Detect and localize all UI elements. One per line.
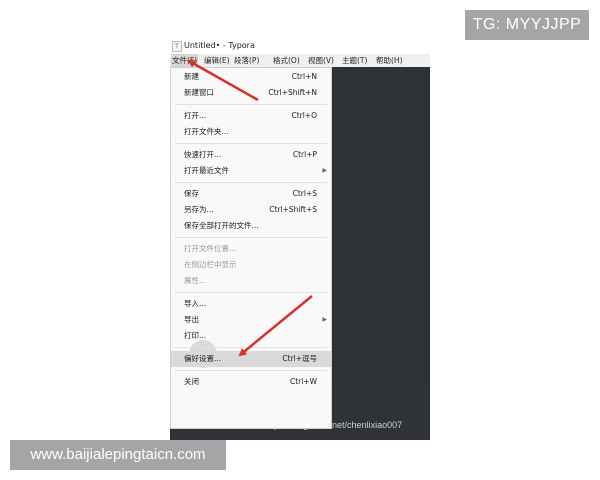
annotation-arrow-preferences bbox=[238, 295, 313, 357]
annotation-arrows bbox=[187, 59, 313, 357]
annotation-arrow-file-menu bbox=[187, 59, 259, 102]
site-badge: www.baijialepingtaicn.com bbox=[10, 440, 226, 470]
